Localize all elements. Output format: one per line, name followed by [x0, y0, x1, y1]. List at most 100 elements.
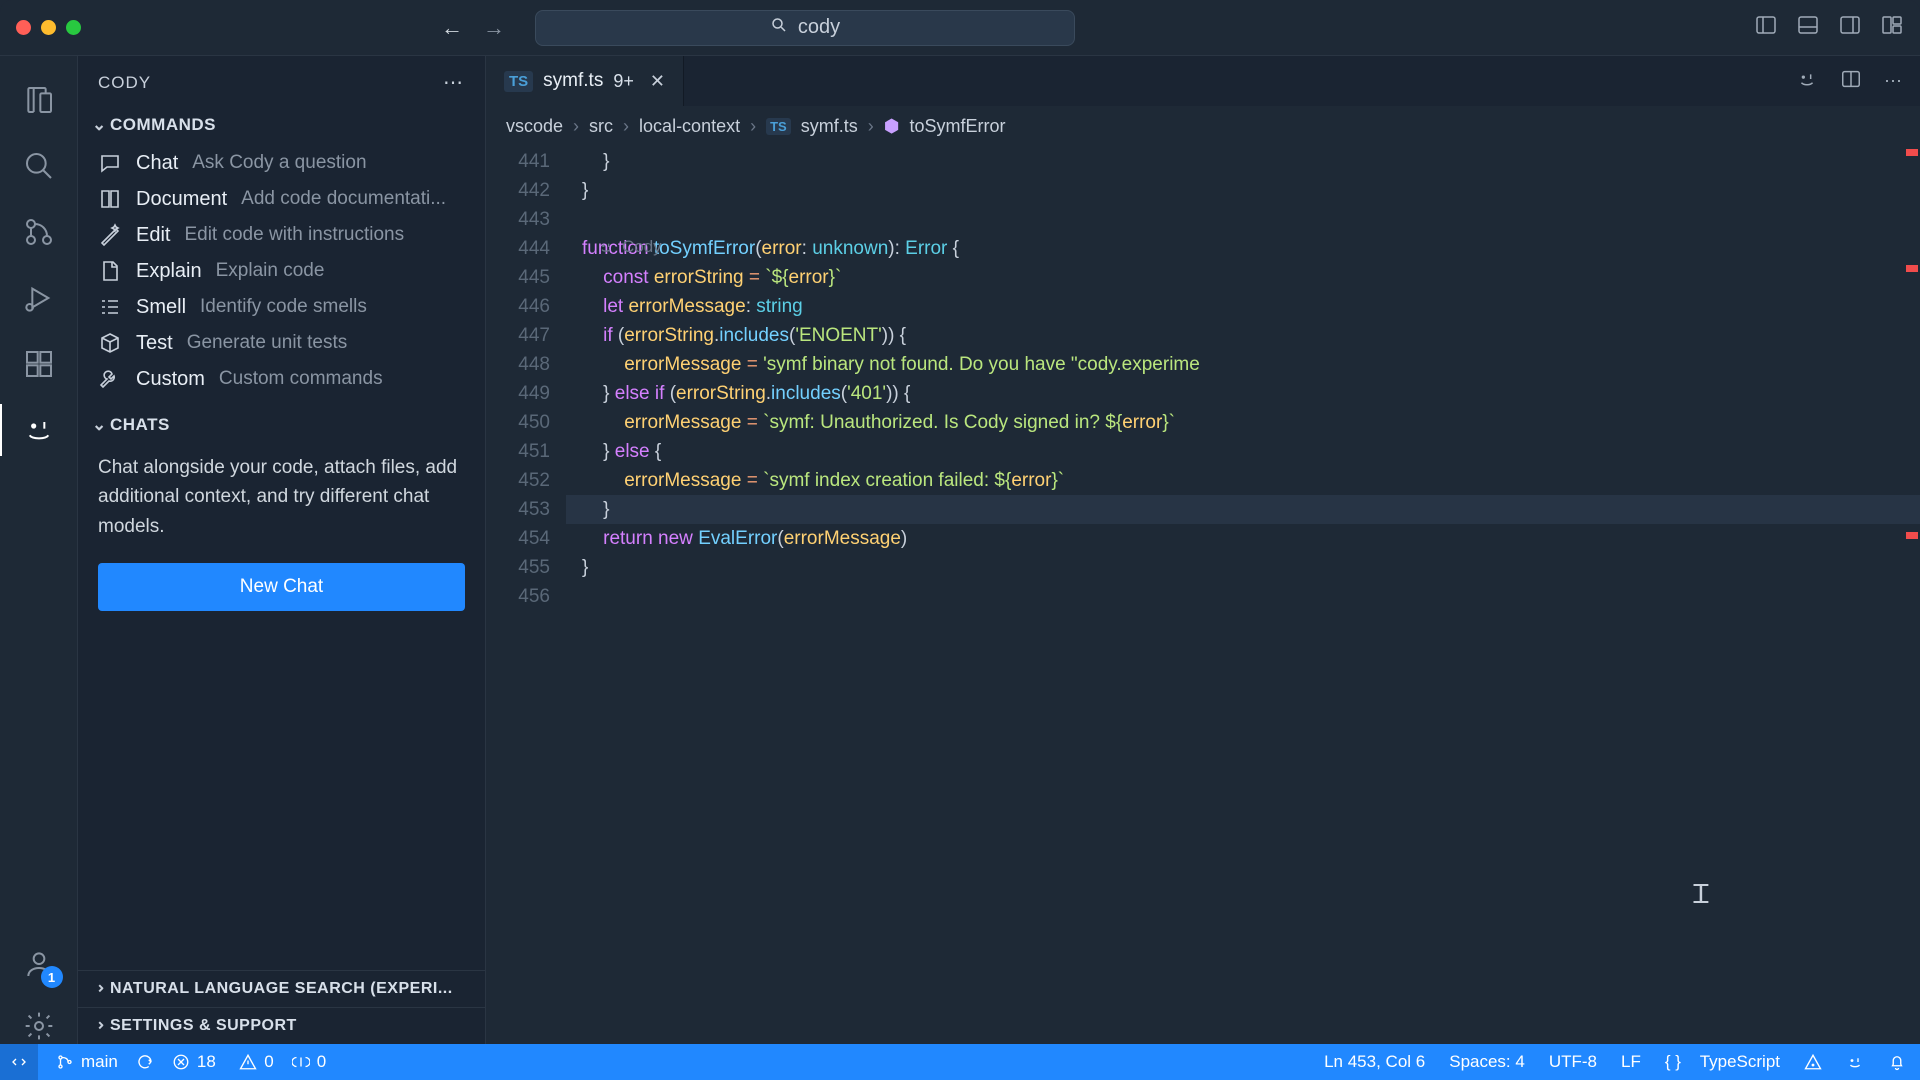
- more-icon[interactable]: ⋯: [443, 70, 465, 95]
- typescript-icon: TS: [766, 118, 791, 135]
- cody-status-icon[interactable]: [1846, 1053, 1864, 1071]
- eol[interactable]: LF: [1621, 1052, 1641, 1072]
- cody-activity-icon[interactable]: [21, 412, 57, 448]
- code-content[interactable]: } } function toSymfError(error: unknown)…: [566, 147, 1920, 1044]
- tools-icon: [98, 367, 122, 391]
- command-center[interactable]: cody: [535, 10, 1075, 46]
- tab-dirty-indicator: 9+: [613, 71, 634, 92]
- command-document[interactable]: Document Add code documentati...: [78, 181, 485, 217]
- command-custom[interactable]: Custom Custom commands: [78, 361, 485, 397]
- command-smell[interactable]: Smell Identify code smells: [78, 289, 485, 325]
- chevron-down-icon: ⌄: [92, 115, 104, 135]
- titlebar: ← → cody: [0, 0, 1920, 56]
- minimize-window[interactable]: [41, 20, 56, 35]
- cmd-desc: Generate unit tests: [187, 332, 348, 354]
- close-icon[interactable]: ✕: [650, 71, 665, 92]
- encoding[interactable]: UTF-8: [1549, 1052, 1597, 1072]
- cmd-desc: Add code documentati...: [241, 188, 446, 210]
- cmd-desc: Ask Cody a question: [192, 152, 366, 174]
- chats-section-header[interactable]: ⌄ CHATS: [78, 409, 485, 441]
- chats-body: Chat alongside your code, attach files, …: [78, 441, 485, 629]
- feedback-icon[interactable]: [1804, 1053, 1822, 1071]
- bell-icon[interactable]: [1888, 1053, 1906, 1071]
- cmd-desc: Explain code: [216, 260, 325, 282]
- window-controls: [16, 20, 81, 35]
- accounts-icon[interactable]: 1: [21, 946, 57, 982]
- cmd-label: Edit: [136, 224, 170, 247]
- accounts-badge: 1: [41, 966, 63, 988]
- tab-filename: symf.ts: [543, 70, 603, 92]
- cmd-label: Smell: [136, 296, 186, 319]
- editor-area: TS symf.ts 9+ ✕ ⋯ vscode› src› local-con…: [486, 56, 1920, 1044]
- cody-sidebar: CODY ⋯ ⌄ COMMANDS Chat Ask Cody a questi…: [78, 56, 486, 1044]
- titlebar-right: [1754, 13, 1904, 42]
- crumb[interactable]: local-context: [639, 116, 740, 137]
- cursor-position[interactable]: Ln 453, Col 6: [1324, 1052, 1425, 1072]
- git-branch[interactable]: main: [56, 1052, 118, 1072]
- explorer-icon[interactable]: [21, 82, 57, 118]
- commands-section-header[interactable]: ⌄ COMMANDS: [78, 109, 485, 141]
- chats-label: CHATS: [110, 415, 170, 435]
- source-control-icon[interactable]: [21, 214, 57, 250]
- nls-label: NATURAL LANGUAGE SEARCH (EXPERI...: [110, 980, 453, 998]
- package-icon: [98, 331, 122, 355]
- breadcrumb[interactable]: vscode› src› local-context› TS symf.ts› …: [486, 106, 1920, 147]
- activity-bar: 1: [0, 56, 78, 1044]
- chats-text: Chat alongside your code, attach files, …: [98, 453, 465, 541]
- codelens-hint[interactable]: Cody: [598, 232, 662, 261]
- nls-section-header[interactable]: ⌄ NATURAL LANGUAGE SEARCH (EXPERI...: [78, 970, 485, 1007]
- settings-gear-icon[interactable]: [21, 1008, 57, 1044]
- commands-list: Chat Ask Cody a question Document Add co…: [78, 141, 485, 409]
- debug-icon[interactable]: [21, 280, 57, 316]
- language-mode[interactable]: { } TypeScript: [1665, 1052, 1780, 1072]
- crumb[interactable]: toSymfError: [909, 116, 1005, 137]
- layout-icon[interactable]: [1880, 13, 1904, 42]
- ports[interactable]: 0: [292, 1052, 326, 1072]
- nav-forward-icon[interactable]: →: [483, 15, 505, 41]
- new-chat-button[interactable]: New Chat: [98, 563, 465, 611]
- code-area[interactable]: 441 442 443 444 445 446 447 448 449 450 …: [486, 147, 1920, 1044]
- command-edit[interactable]: Edit Edit code with instructions: [78, 217, 485, 253]
- nav-arrows: ← →: [441, 15, 505, 41]
- crumb[interactable]: vscode: [506, 116, 563, 137]
- cmd-desc: Identify code smells: [200, 296, 367, 318]
- book-icon: [98, 187, 122, 211]
- statusbar: main 18 0 0 Ln 453, Col 6 Spaces: 4 UTF-…: [0, 1044, 1920, 1080]
- crumb[interactable]: symf.ts: [801, 116, 858, 137]
- nav-back-icon[interactable]: ←: [441, 15, 463, 41]
- close-window[interactable]: [16, 20, 31, 35]
- command-explain[interactable]: Explain Explain code: [78, 253, 485, 289]
- overview-ruler[interactable]: [1902, 147, 1920, 1044]
- settings-section-header[interactable]: ⌄ SETTINGS & SUPPORT: [78, 1007, 485, 1044]
- tabs-row: TS symf.ts 9+ ✕ ⋯: [486, 56, 1920, 106]
- panel-left-icon[interactable]: [1754, 13, 1778, 42]
- typescript-icon: TS: [504, 71, 533, 92]
- cody-reload-icon[interactable]: [1796, 68, 1818, 95]
- editor-tab[interactable]: TS symf.ts 9+ ✕: [486, 56, 684, 106]
- panel-bottom-icon[interactable]: [1796, 13, 1820, 42]
- cmd-label: Document: [136, 188, 227, 211]
- file-icon: [98, 259, 122, 283]
- remote-icon[interactable]: [0, 1044, 38, 1080]
- method-icon: ⬢: [884, 116, 900, 137]
- crumb[interactable]: src: [589, 116, 613, 137]
- command-test[interactable]: Test Generate unit tests: [78, 325, 485, 361]
- search-icon: [770, 16, 788, 40]
- extensions-icon[interactable]: [21, 346, 57, 382]
- cmd-label: Custom: [136, 368, 205, 391]
- checklist-icon: [98, 295, 122, 319]
- more-actions-icon[interactable]: ⋯: [1884, 71, 1902, 92]
- maximize-window[interactable]: [66, 20, 81, 35]
- line-gutter: 441 442 443 444 445 446 447 448 449 450 …: [486, 147, 566, 1044]
- sync-icon[interactable]: [136, 1053, 154, 1071]
- hint-label: Cody: [622, 232, 662, 261]
- command-chat[interactable]: Chat Ask Cody a question: [78, 145, 485, 181]
- chevron-right-icon: ⌄: [88, 983, 108, 995]
- spaces[interactable]: Spaces: 4: [1449, 1052, 1525, 1072]
- panel-right-icon[interactable]: [1838, 13, 1862, 42]
- problems[interactable]: 18 0: [172, 1052, 274, 1072]
- split-editor-icon[interactable]: [1840, 68, 1862, 95]
- settings-label: SETTINGS & SUPPORT: [110, 1017, 297, 1035]
- search-activity-icon[interactable]: [21, 148, 57, 184]
- chat-icon: [98, 151, 122, 175]
